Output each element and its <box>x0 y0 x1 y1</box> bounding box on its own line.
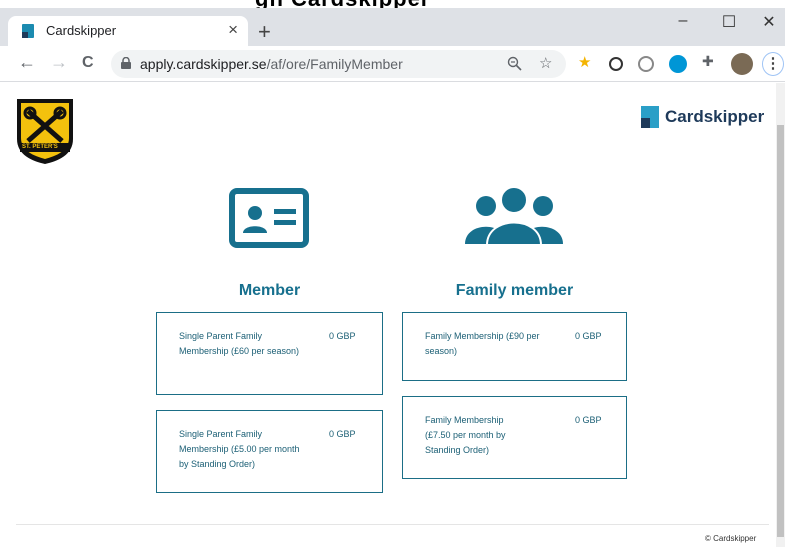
membership-option-name: Family Membership (£90 per season) <box>425 331 540 356</box>
tab-title: Cardskipper <box>46 23 117 38</box>
membership-option-card[interactable]: Family Membership (£7.50 per month by St… <box>402 396 627 479</box>
address-bar[interactable]: apply.cardskipper.se/af/ore/FamilyMember… <box>111 50 566 78</box>
new-tab-button[interactable]: + <box>258 19 271 45</box>
circle-extension-icon[interactable] <box>638 56 654 72</box>
url-text: apply.cardskipper.se/af/ore/FamilyMember <box>140 56 403 72</box>
puzzle-extensions-icon[interactable]: ✚ <box>702 53 720 71</box>
hp-extension-icon[interactable] <box>669 55 687 73</box>
membership-option-price: 0 GBP <box>329 429 356 439</box>
scrollbar-thumb[interactable] <box>777 125 784 537</box>
minimize-button[interactable]: – <box>660 12 706 30</box>
membership-option-name: Family Membership (£7.50 per month by St… <box>425 415 506 455</box>
club-crest-text: ST. PETER'S <box>22 144 58 150</box>
zoom-icon[interactable] <box>507 56 522 71</box>
browser-menu-button[interactable]: ⋮ <box>762 52 784 76</box>
cardskipper-favicon-icon <box>22 24 34 38</box>
tab-cardskipper[interactable]: Cardskipper × <box>8 16 248 46</box>
forward-button[interactable]: → <box>50 52 68 73</box>
footer-divider <box>16 524 769 525</box>
membership-option-card[interactable]: Single Parent Family Membership (£5.00 p… <box>156 410 383 493</box>
tab-bar: Cardskipper × + – ☐ ✕ <box>0 8 785 46</box>
family-group-icon <box>465 187 563 246</box>
title-strip: gn Cardskipper <box>0 0 785 8</box>
membership-option-name: Single Parent Family Membership (£5.00 p… <box>179 429 300 469</box>
membership-option-price: 0 GBP <box>575 415 602 425</box>
membership-option-price: 0 GBP <box>575 331 602 341</box>
globe-extension-icon[interactable] <box>609 57 623 71</box>
tab-close-icon[interactable]: × <box>228 20 238 40</box>
membership-option-card[interactable]: Family Membership (£90 per season) 0 GBP <box>402 312 627 381</box>
back-button[interactable]: ← <box>18 52 36 73</box>
page-content: ST. PETER'S Cardskipper Member Family me… <box>0 83 785 547</box>
membership-option-card[interactable]: Single Parent Family Membership (£60 per… <box>156 312 383 395</box>
reload-button[interactable]: C <box>82 54 94 72</box>
url-path: /af/ore/FamilyMember <box>266 56 403 72</box>
title-strip-text: gn Cardskipper <box>255 0 430 8</box>
profile-avatar[interactable] <box>731 53 753 75</box>
close-window-button[interactable]: ✕ <box>746 12 785 32</box>
id-card-icon <box>229 188 309 248</box>
url-domain: apply.cardskipper.se <box>140 56 267 72</box>
footer-copyright: © Cardskipper <box>705 534 757 543</box>
family-member-heading: Family member <box>455 282 574 299</box>
member-heading: Member <box>238 282 301 299</box>
bookmark-star-icon[interactable]: ☆ <box>539 54 552 72</box>
browser-toolbar: ← → C apply.cardskipper.se/af/ore/Family… <box>0 46 785 82</box>
lock-icon <box>121 57 131 69</box>
star-extension-icon[interactable]: ★ <box>578 53 596 71</box>
cardskipper-logo-icon <box>641 106 659 128</box>
membership-option-price: 0 GBP <box>329 331 356 341</box>
cardskipper-logo-text: Cardskipper <box>665 107 765 126</box>
club-crest-logo <box>17 99 73 164</box>
page-scrollbar[interactable] <box>776 83 785 547</box>
membership-option-name: Single Parent Family Membership (£60 per… <box>179 331 300 356</box>
